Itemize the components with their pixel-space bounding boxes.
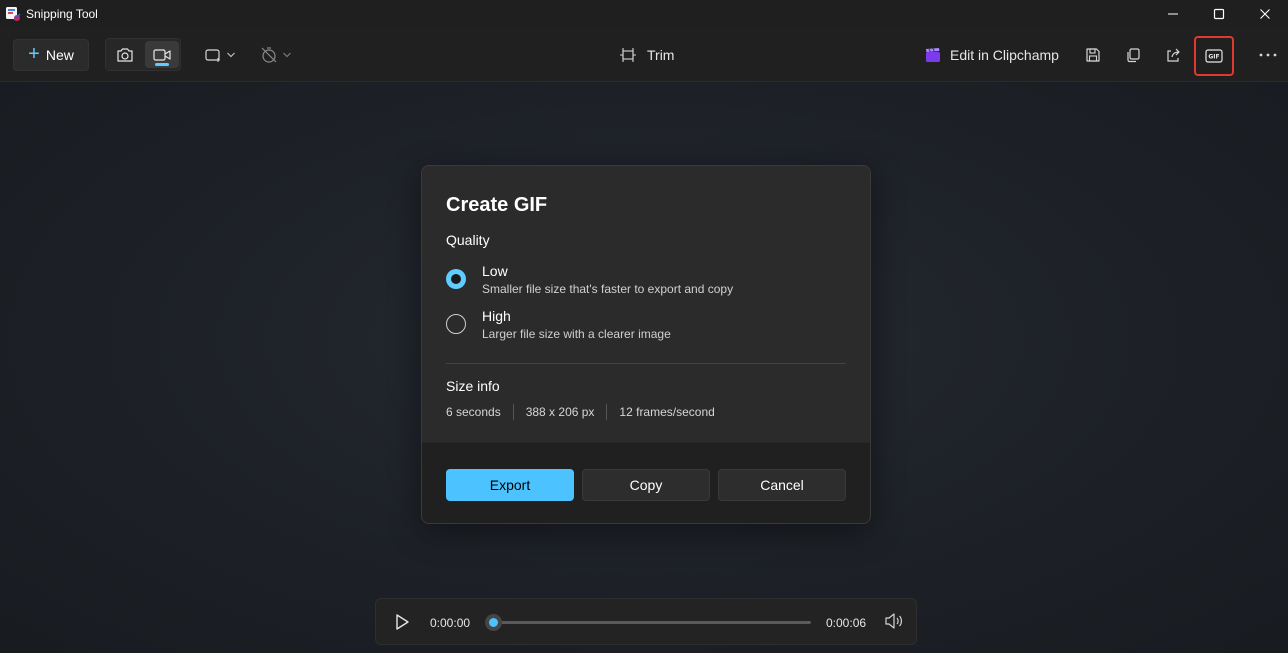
new-button[interactable]: + New xyxy=(13,39,89,71)
copy-gif-button[interactable]: Copy xyxy=(582,469,710,501)
share-button[interactable] xyxy=(1157,39,1189,71)
clipchamp-icon xyxy=(926,48,940,62)
create-gif-dialog: Create GIF Quality Low Smaller file size… xyxy=(421,165,871,524)
copy-icon xyxy=(1127,48,1140,63)
divider xyxy=(446,363,846,364)
duration-time: 0:00:06 xyxy=(826,616,867,630)
title-bar: Snipping Tool xyxy=(0,0,1288,28)
app-title: Snipping Tool xyxy=(26,7,98,21)
toolbar: + New Trim Edit in Clipchamp GIF xyxy=(0,28,1288,82)
separator xyxy=(606,404,608,420)
option-description: Smaller file size that's faster to expor… xyxy=(482,282,734,296)
video-mode-button[interactable] xyxy=(145,41,179,68)
size-info-label: Size info xyxy=(446,378,500,394)
quality-option-high[interactable]: High Larger file size with a clearer ima… xyxy=(446,307,671,342)
copy-button[interactable] xyxy=(1117,39,1149,71)
quality-option-low[interactable]: Low Smaller file size that's faster to e… xyxy=(446,262,733,297)
trim-label: Trim xyxy=(647,47,675,63)
dimensions-info: 388 x 206 px xyxy=(525,405,595,419)
clipchamp-label: Edit in Clipchamp xyxy=(950,47,1059,63)
new-button-label: New xyxy=(45,47,74,63)
radio-high[interactable] xyxy=(446,314,466,334)
timeline-track[interactable] xyxy=(493,621,811,624)
trim-button[interactable]: Trim xyxy=(619,39,674,71)
quality-label: Quality xyxy=(446,232,490,248)
minimize-button[interactable] xyxy=(1150,0,1196,28)
duration-info: 6 seconds xyxy=(446,405,501,419)
option-label: High xyxy=(482,308,511,324)
option-description: Larger file size with a clearer image xyxy=(482,327,671,341)
close-icon xyxy=(1260,9,1270,19)
edit-in-clipchamp-button[interactable]: Edit in Clipchamp xyxy=(924,39,1059,71)
timer-dropdown[interactable] xyxy=(256,39,296,71)
more-icon xyxy=(1259,53,1277,57)
framerate-info: 12 frames/second xyxy=(619,405,715,419)
timeline-thumb[interactable] xyxy=(484,614,502,631)
trim-icon xyxy=(620,48,636,62)
current-time: 0:00:00 xyxy=(430,616,471,630)
active-mode-indicator xyxy=(155,63,169,66)
video-camera-icon xyxy=(153,48,171,61)
radio-low[interactable] xyxy=(446,269,466,289)
separator xyxy=(512,404,514,420)
share-icon xyxy=(1167,48,1180,62)
svg-text:GIF: GIF xyxy=(1208,54,1219,61)
option-label: Low xyxy=(482,263,508,279)
dialog-footer: Export Copy Cancel xyxy=(422,442,870,523)
chevron-down-icon xyxy=(283,52,291,58)
window-controls xyxy=(1150,0,1288,28)
dialog-title: Create GIF xyxy=(446,194,548,216)
cancel-button[interactable]: Cancel xyxy=(718,469,846,501)
size-info-row: 6 seconds 388 x 206 px 12 frames/second xyxy=(446,404,715,420)
save-button[interactable] xyxy=(1077,39,1109,71)
volume-button[interactable] xyxy=(884,612,904,635)
screenshot-mode-button[interactable] xyxy=(108,41,142,68)
snip-shape-dropdown[interactable] xyxy=(200,39,240,71)
capture-mode-group xyxy=(105,38,181,71)
timer-off-icon xyxy=(261,47,277,63)
plus-icon: + xyxy=(28,43,40,65)
play-icon xyxy=(396,614,409,630)
chevron-down-icon xyxy=(227,52,235,58)
media-player: 0:00:00 0:00:06 xyxy=(375,598,917,645)
more-options-button[interactable] xyxy=(1252,39,1284,71)
volume-icon xyxy=(885,613,902,629)
export-button[interactable]: Export xyxy=(446,469,574,501)
play-button[interactable] xyxy=(394,613,410,636)
gif-icon: GIF xyxy=(1205,49,1223,63)
minimize-icon xyxy=(1168,13,1178,15)
maximize-button[interactable] xyxy=(1196,0,1242,28)
save-icon xyxy=(1086,48,1100,62)
create-gif-button[interactable]: GIF xyxy=(1194,36,1234,76)
snipping-tool-app-icon xyxy=(5,6,21,22)
maximize-icon xyxy=(1213,8,1225,20)
close-button[interactable] xyxy=(1242,0,1288,28)
camera-icon xyxy=(117,47,133,62)
rectangle-select-icon xyxy=(205,49,220,62)
